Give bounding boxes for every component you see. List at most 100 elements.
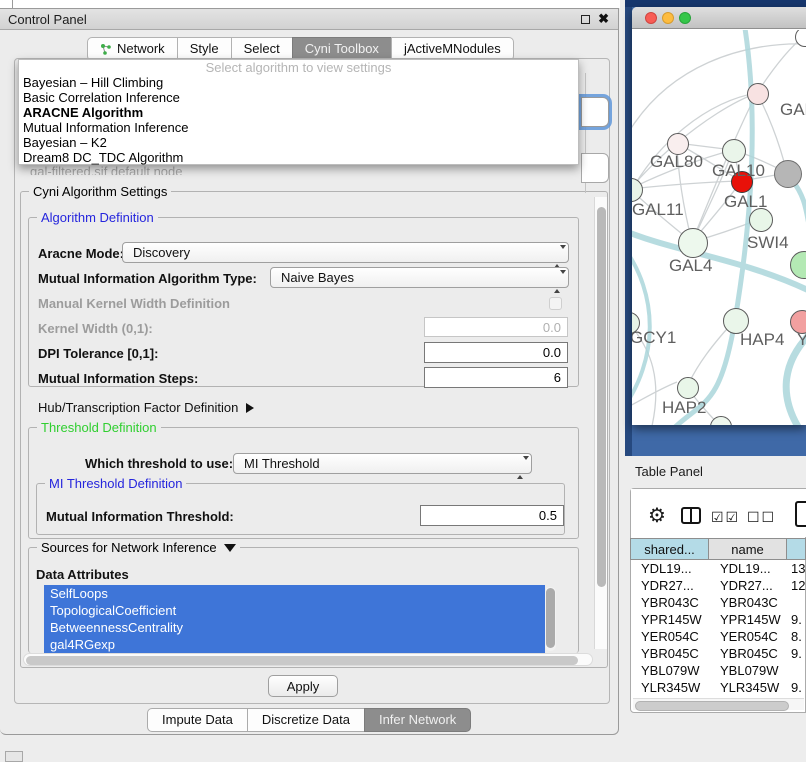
settings-group-title: Cyni Algorithm Settings <box>29 184 171 199</box>
hub-definition-label: Hub/Transcription Factor Definition <box>38 400 238 415</box>
covered-combo-value: gal-filtered.sif default node <box>30 164 360 175</box>
attribute-list-scrollbar[interactable] <box>545 587 556 651</box>
new-column-icon[interactable] <box>795 501 806 527</box>
data-attributes-label: Data Attributes <box>36 567 129 582</box>
table-horizontal-scrollbar[interactable] <box>633 698 804 710</box>
columns-icon[interactable] <box>681 507 701 524</box>
dropdown-item-bayesian-k2[interactable]: Bayesian – K2 <box>19 135 578 150</box>
frame-divider <box>12 0 13 8</box>
settings-horizontal-scrollbar[interactable] <box>23 653 593 666</box>
table-row[interactable]: YBR043C YBR043C <box>631 594 806 611</box>
table-row[interactable]: YPR145W YPR145W 9. <box>631 611 806 628</box>
which-threshold-value: MI Threshold <box>244 456 320 471</box>
sources-group-title[interactable]: Sources for Network Inference <box>37 540 240 555</box>
cell-name: YBR043C <box>710 594 789 611</box>
dropdown-item-dream8[interactable]: Dream8 DC_TDC Algorithm <box>19 150 578 165</box>
dropdown-item-bayesian-hill-climbing[interactable]: Bayesian – Hill Climbing <box>19 75 578 90</box>
zoom-traffic-light[interactable] <box>679 12 691 24</box>
mi-steps-label: Mutual Information Steps: <box>38 371 198 386</box>
cell-shared-name: YDL19... <box>631 560 710 577</box>
column-header-name[interactable]: name <box>708 538 787 560</box>
node-label: GAL11 <box>632 200 684 220</box>
node-label: HAP4 <box>740 330 784 350</box>
node-label: GAL10 <box>712 161 765 181</box>
cell-shared-name: YLR345W <box>631 679 710 696</box>
network-node-hap2[interactable] <box>677 377 699 399</box>
dropdown-item-basic-correlation[interactable]: Basic Correlation Inference <box>19 90 578 105</box>
settings-vertical-scrollbar[interactable] <box>594 197 607 649</box>
cell-name: YIL052C <box>710 696 789 697</box>
select-all-checkboxes-icon[interactable]: ☑☑ <box>711 509 740 526</box>
table-row[interactable]: YDL19... YDL19... 13 <box>631 560 806 577</box>
table-row[interactable]: YBL079W YBL079W <box>631 662 806 679</box>
list-item-gal4rgexp[interactable]: gal4RGexp <box>44 636 545 653</box>
covered-algorithm-combo[interactable] <box>581 97 609 127</box>
network-icon <box>100 43 112 55</box>
scrollbar-thumb[interactable] <box>26 656 578 665</box>
tab-label: Style <box>190 38 219 60</box>
column-header-shared-name[interactable]: shared... <box>630 538 709 560</box>
manual-kernel-checkbox[interactable] <box>549 297 562 310</box>
table-row[interactable]: YIL052C YIL052C 9 <box>631 696 806 697</box>
scrollbar-thumb[interactable] <box>546 588 555 648</box>
table-row[interactable]: YBR045C YBR045C 9. <box>631 645 806 662</box>
apply-button[interactable]: Apply <box>268 675 338 697</box>
dpi-tolerance-label: DPI Tolerance [0,1]: <box>38 346 158 361</box>
network-canvas[interactable]: GAL GAL80 GAL10 GAL1 GAL11 SWI4 GAL4 GCY… <box>632 30 806 425</box>
hub-definition-toggle[interactable]: Hub/Transcription Factor Definition <box>38 400 254 415</box>
tab-infer-network[interactable]: Infer Network <box>364 708 471 732</box>
minimize-traffic-light[interactable] <box>662 12 674 24</box>
dpi-tolerance-field[interactable]: 0.0 <box>424 342 568 363</box>
cell-shared-name: YBR045C <box>631 645 710 662</box>
cell-value: 9. <box>789 679 806 696</box>
mi-steps-field[interactable]: 6 <box>424 367 568 388</box>
node-label: GCY1 <box>632 328 676 348</box>
kernel-width-field[interactable]: 0.0 <box>424 317 568 337</box>
aracne-mode-select[interactable]: Discovery <box>122 242 569 263</box>
mi-type-select[interactable]: Naive Bayes <box>270 267 569 288</box>
mi-threshold-field[interactable]: 0.5 <box>420 505 564 526</box>
backdrop-top-edge <box>625 0 806 7</box>
which-threshold-label: Which threshold to use: <box>85 456 233 471</box>
covered-table-combo[interactable] <box>581 153 609 183</box>
cell-value: 12 <box>789 577 806 594</box>
table-row[interactable]: YLR345W YLR345W 9. <box>631 679 806 696</box>
network-node-gal10[interactable] <box>722 139 746 163</box>
scrollbar-thumb[interactable] <box>635 701 789 711</box>
deselect-all-checkboxes-icon[interactable]: ☐☐ <box>747 509 776 526</box>
dropdown-item-mutual-information[interactable]: Mutual Information Inference <box>19 120 578 135</box>
network-node-gal-partial[interactable] <box>747 83 769 105</box>
stepper-icon <box>554 272 561 291</box>
tab-discretize-data[interactable]: Discretize Data <box>247 708 365 732</box>
node-label: SWI4 <box>747 233 789 253</box>
network-node-gal4[interactable] <box>678 228 708 258</box>
close-icon[interactable]: ✖ <box>598 11 609 27</box>
column-header-clipped[interactable] <box>786 538 806 560</box>
mi-threshold-label: Mutual Information Threshold: <box>46 509 234 524</box>
which-threshold-select[interactable]: MI Threshold <box>233 453 532 474</box>
expanded-arrow-icon <box>224 544 236 552</box>
list-item-selfloops[interactable]: SelfLoops <box>44 585 545 602</box>
list-item-topologicalcoefficient[interactable]: TopologicalCoefficient <box>44 602 545 619</box>
table-row[interactable]: YDR27... YDR27... 12 <box>631 577 806 594</box>
table-panel-title: Table Panel <box>635 464 703 479</box>
float-window-icon[interactable] <box>581 15 590 24</box>
cell-shared-name: YPR145W <box>631 611 710 628</box>
node-label: GAL <box>780 100 806 120</box>
network-window-titlebar[interactable] <box>632 7 806 29</box>
cell-shared-name: YIL052C <box>631 696 710 697</box>
algorithm-dropdown-list: Select algorithm to view settings Bayesi… <box>18 59 579 165</box>
manual-kernel-label: Manual Kernel Width Definition <box>38 296 230 311</box>
cell-value <box>789 662 806 679</box>
scrollbar-thumb[interactable] <box>597 207 606 587</box>
minimized-panel-button[interactable] <box>5 751 23 762</box>
list-item-betweennesscentrality[interactable]: BetweennessCentrality <box>44 619 545 636</box>
close-traffic-light[interactable] <box>645 12 657 24</box>
dropdown-item-aracne[interactable]: ARACNE Algorithm <box>19 105 578 120</box>
table-row[interactable]: YER054C YER054C 8. <box>631 628 806 645</box>
data-attributes-list: SelfLoops TopologicalCoefficient Between… <box>44 585 545 653</box>
cell-name: YPR145W <box>710 611 789 628</box>
gear-icon[interactable]: ⚙ <box>648 503 666 528</box>
network-node-gray[interactable] <box>774 160 802 188</box>
tab-impute-data[interactable]: Impute Data <box>147 708 248 732</box>
